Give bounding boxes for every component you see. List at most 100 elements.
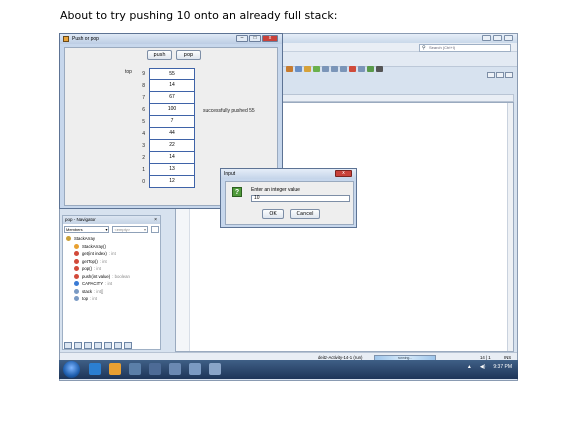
- filter-inherited-icon[interactable]: [94, 342, 102, 349]
- stack-cell: 55: [149, 68, 195, 80]
- forward-icon[interactable]: [295, 66, 302, 72]
- navigator-item-label: pop(): [82, 266, 93, 272]
- chevron-down-icon: ▾: [105, 227, 108, 232]
- close-icon[interactable]: [504, 35, 513, 41]
- filter-nonpublic-icon[interactable]: [84, 342, 92, 349]
- close-icon[interactable]: x: [262, 35, 278, 42]
- restore-icon[interactable]: [487, 72, 495, 78]
- start-button[interactable]: [63, 361, 80, 378]
- navigator-item-type: : int: [108, 251, 116, 257]
- toggle-icon[interactable]: [322, 66, 329, 72]
- push-pop-window-buttons: – □ x: [236, 35, 278, 42]
- stack-index: 8: [142, 83, 145, 89]
- back-icon[interactable]: [286, 66, 293, 72]
- navigator-close-icon[interactable]: ×: [154, 216, 157, 224]
- ide-window-buttons: [482, 35, 513, 41]
- navigator-tree: StackArray StackArray() get(int index): in…: [63, 235, 160, 303]
- editor-scrollbar[interactable]: [507, 103, 513, 351]
- stack-index: 9: [142, 71, 145, 77]
- network-icon[interactable]: ▲: [467, 364, 472, 370]
- stack-cell: 14: [149, 152, 195, 164]
- close-icon[interactable]: x: [335, 170, 352, 177]
- navigator-item[interactable]: pop(): int: [66, 265, 160, 273]
- member-icon: [74, 243, 79, 249]
- media-icon[interactable]: [129, 363, 141, 375]
- question-icon: ?: [232, 187, 242, 197]
- stack-cell: 14: [149, 80, 195, 92]
- stack-index: 5: [142, 119, 145, 125]
- volume-icon[interactable]: ◀): [480, 364, 486, 370]
- ok-button[interactable]: OK: [262, 209, 284, 219]
- scope-combo-value: <empty>: [114, 227, 131, 232]
- ide-search-field[interactable]: ⚲ Search (Ctrl+I): [419, 44, 511, 52]
- navigator-item[interactable]: CAPACITY: int: [66, 280, 160, 288]
- members-combo-value: Members: [66, 227, 83, 232]
- firefox-icon[interactable]: [109, 363, 121, 375]
- diff-icon[interactable]: [367, 66, 374, 72]
- members-combo[interactable]: Members ▾: [64, 226, 110, 233]
- sort-name-icon[interactable]: [114, 342, 122, 349]
- system-tray: ▲ ◀) 9:37 PM: [467, 364, 512, 370]
- bookmark-icon[interactable]: [313, 66, 320, 72]
- minimize-icon[interactable]: –: [236, 35, 248, 42]
- push-button[interactable]: push: [147, 50, 172, 60]
- navigator-item[interactable]: StackArray(): [66, 243, 160, 251]
- navigator-panel: pop - Navigator × Members ▾ <empty> ▾ St…: [62, 215, 161, 350]
- member-icon: [74, 258, 79, 264]
- macro-icon[interactable]: [358, 66, 365, 72]
- stack-indices: 9 8 7 6 5 4 3 2 1 0: [127, 68, 145, 188]
- class-icon: [66, 236, 71, 242]
- cancel-button[interactable]: Cancel: [290, 209, 320, 219]
- java-app-icon[interactable]: [189, 363, 201, 375]
- member-icon: [74, 296, 79, 302]
- navigator-item[interactable]: get(int index): int: [66, 250, 160, 258]
- netbeans-icon[interactable]: [169, 363, 181, 375]
- navigator-filter-row: Members ▾ <empty> ▾: [63, 224, 160, 235]
- input-prompt: Enter an integer value: [251, 187, 300, 193]
- filter-static-icon[interactable]: [74, 342, 82, 349]
- word-icon[interactable]: [209, 363, 221, 375]
- record-icon[interactable]: [349, 66, 356, 72]
- java-app-icon: [63, 36, 69, 42]
- clock[interactable]: 9:37 PM: [493, 364, 512, 370]
- navigator-item[interactable]: stack: int[]: [66, 288, 160, 296]
- navigator-item[interactable]: top: int: [66, 295, 160, 303]
- minimize-icon[interactable]: [482, 35, 491, 41]
- stack-cell: 44: [149, 128, 195, 140]
- push-pop-title-bar: Push or pop – □ x: [60, 34, 282, 44]
- explorer-icon[interactable]: [149, 363, 161, 375]
- windows-taskbar: ▲ ◀) 9:37 PM: [59, 360, 518, 379]
- input-dialog-title-bar: Input x: [221, 169, 356, 179]
- navigator-item-label: get(int index): [82, 251, 107, 257]
- pop-button[interactable]: pop: [176, 50, 201, 60]
- maximize-icon[interactable]: [493, 35, 502, 41]
- filter-fields-icon[interactable]: [64, 342, 72, 349]
- browser-icon[interactable]: [89, 363, 101, 375]
- stack-cell: 100: [149, 104, 195, 116]
- navigator-filter-buttons: [64, 342, 132, 349]
- uncomment-icon[interactable]: [340, 66, 347, 72]
- stack-cell: 13: [149, 164, 195, 176]
- navigator-item[interactable]: push(int value): boolean: [66, 273, 160, 281]
- maximize-pane-icon[interactable]: [505, 72, 513, 78]
- navigator-item[interactable]: getTop(): int: [66, 258, 160, 266]
- comment-icon[interactable]: [331, 66, 338, 72]
- chart-icon[interactable]: [376, 66, 383, 72]
- scope-combo[interactable]: <empty> ▾: [112, 226, 149, 233]
- stack-cell: 7: [149, 116, 195, 128]
- navigator-item-label: stack: [82, 288, 93, 294]
- dropdown-icon[interactable]: [496, 72, 504, 78]
- sort-source-icon[interactable]: [124, 342, 132, 349]
- maximize-icon[interactable]: □: [249, 35, 261, 42]
- navigator-item-label: CAPACITY: [82, 281, 104, 287]
- search-placeholder: Search (Ctrl+I): [429, 45, 456, 50]
- chevron-down-icon: ▾: [144, 227, 147, 232]
- member-icon: [74, 281, 79, 287]
- filter-icon[interactable]: [151, 226, 159, 233]
- filter-java-icon[interactable]: [104, 342, 112, 349]
- navigator-item-type: : int: [94, 266, 101, 272]
- navigator-item[interactable]: StackArray: [66, 235, 160, 243]
- find-icon[interactable]: [304, 66, 311, 72]
- integer-input[interactable]: 10: [251, 195, 350, 202]
- navigator-item-label: getTop(): [82, 258, 98, 264]
